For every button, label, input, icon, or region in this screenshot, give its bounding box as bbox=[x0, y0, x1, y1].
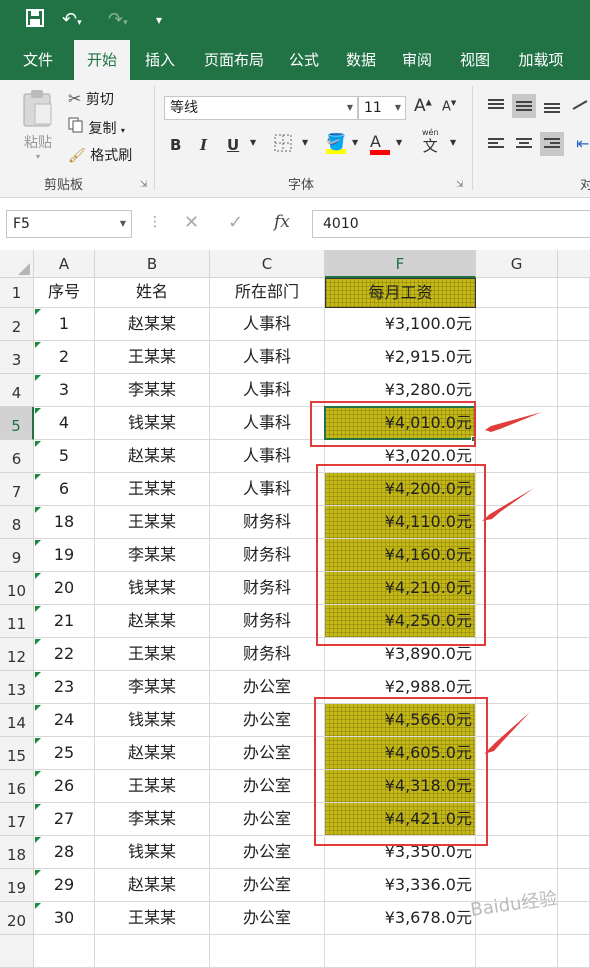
red-arrow-icon bbox=[484, 712, 530, 754]
annotation-arrows bbox=[482, 412, 542, 754]
red-arrow-icon bbox=[485, 412, 542, 432]
red-arrow-icon bbox=[482, 488, 534, 521]
